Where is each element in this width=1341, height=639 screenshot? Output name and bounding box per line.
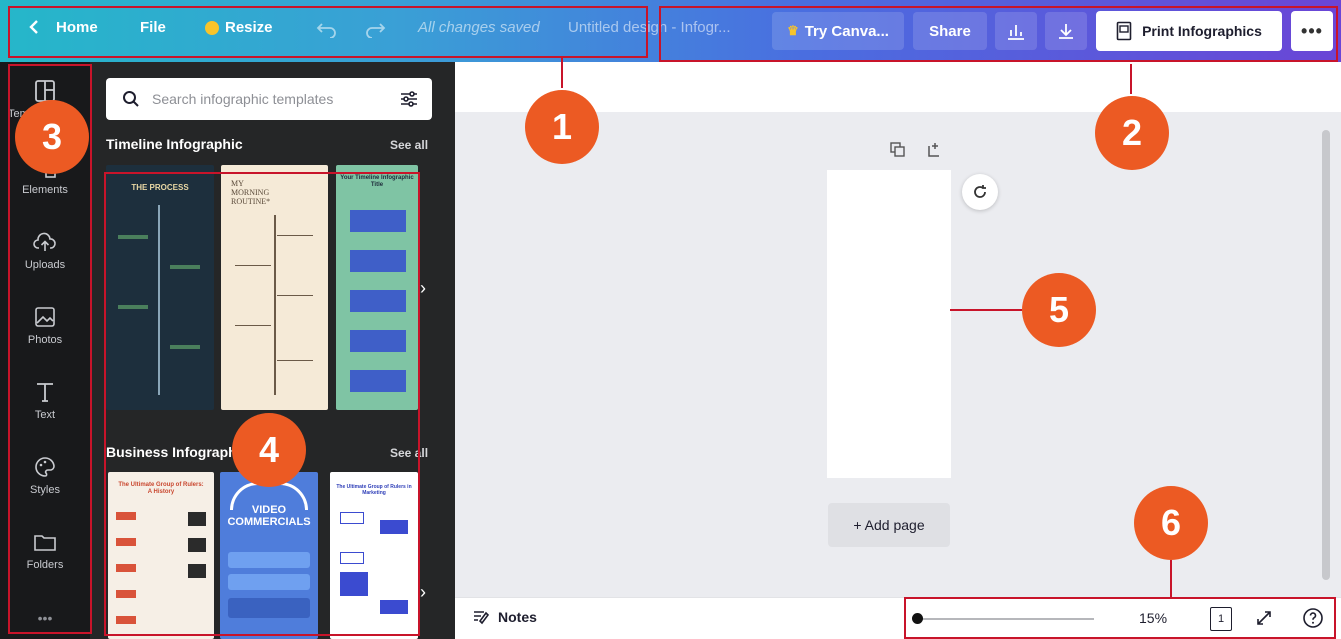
next-arrow-icon[interactable]: › <box>420 278 426 299</box>
vertical-scrollbar[interactable] <box>1322 130 1330 580</box>
annotation-box-2 <box>659 6 1338 62</box>
add-page-icon[interactable] <box>926 141 944 164</box>
see-all-timeline-link[interactable]: See all <box>390 138 428 152</box>
next-arrow-icon[interactable]: › <box>420 582 426 603</box>
annotation-leader-1 <box>561 58 563 88</box>
annotation-badge-4: 4 <box>232 413 306 487</box>
refresh-comment-button[interactable] <box>962 174 998 210</box>
section-title-timeline: Timeline Infographic <box>106 136 243 152</box>
annotation-badge-5: 5 <box>1022 273 1096 347</box>
annotation-leader-2 <box>1130 64 1132 94</box>
design-page[interactable] <box>827 170 951 478</box>
annotation-box-6 <box>904 597 1336 639</box>
refresh-icon <box>974 185 986 198</box>
search-placeholder: Search infographic templates <box>152 91 334 107</box>
notes-icon <box>474 611 490 625</box>
annotation-badge-2: 2 <box>1095 96 1169 170</box>
notes-label: Notes <box>498 609 537 625</box>
annotation-leader-6 <box>1170 560 1172 598</box>
annotation-badge-3: 3 <box>15 100 89 174</box>
annotation-badge-1: 1 <box>525 90 599 164</box>
add-page-button[interactable]: + Add page <box>828 503 950 547</box>
annotation-badge-6: 6 <box>1134 486 1208 560</box>
duplicate-page-icon[interactable] <box>890 142 906 163</box>
search-input[interactable]: Search infographic templates <box>106 78 432 120</box>
annotation-box-1 <box>8 6 648 58</box>
filter-sliders-icon[interactable] <box>399 89 419 109</box>
notes-button[interactable]: Notes <box>472 609 537 625</box>
annotation-box-4 <box>104 172 420 636</box>
annotation-leader-5 <box>950 309 1022 311</box>
search-icon <box>123 91 139 107</box>
